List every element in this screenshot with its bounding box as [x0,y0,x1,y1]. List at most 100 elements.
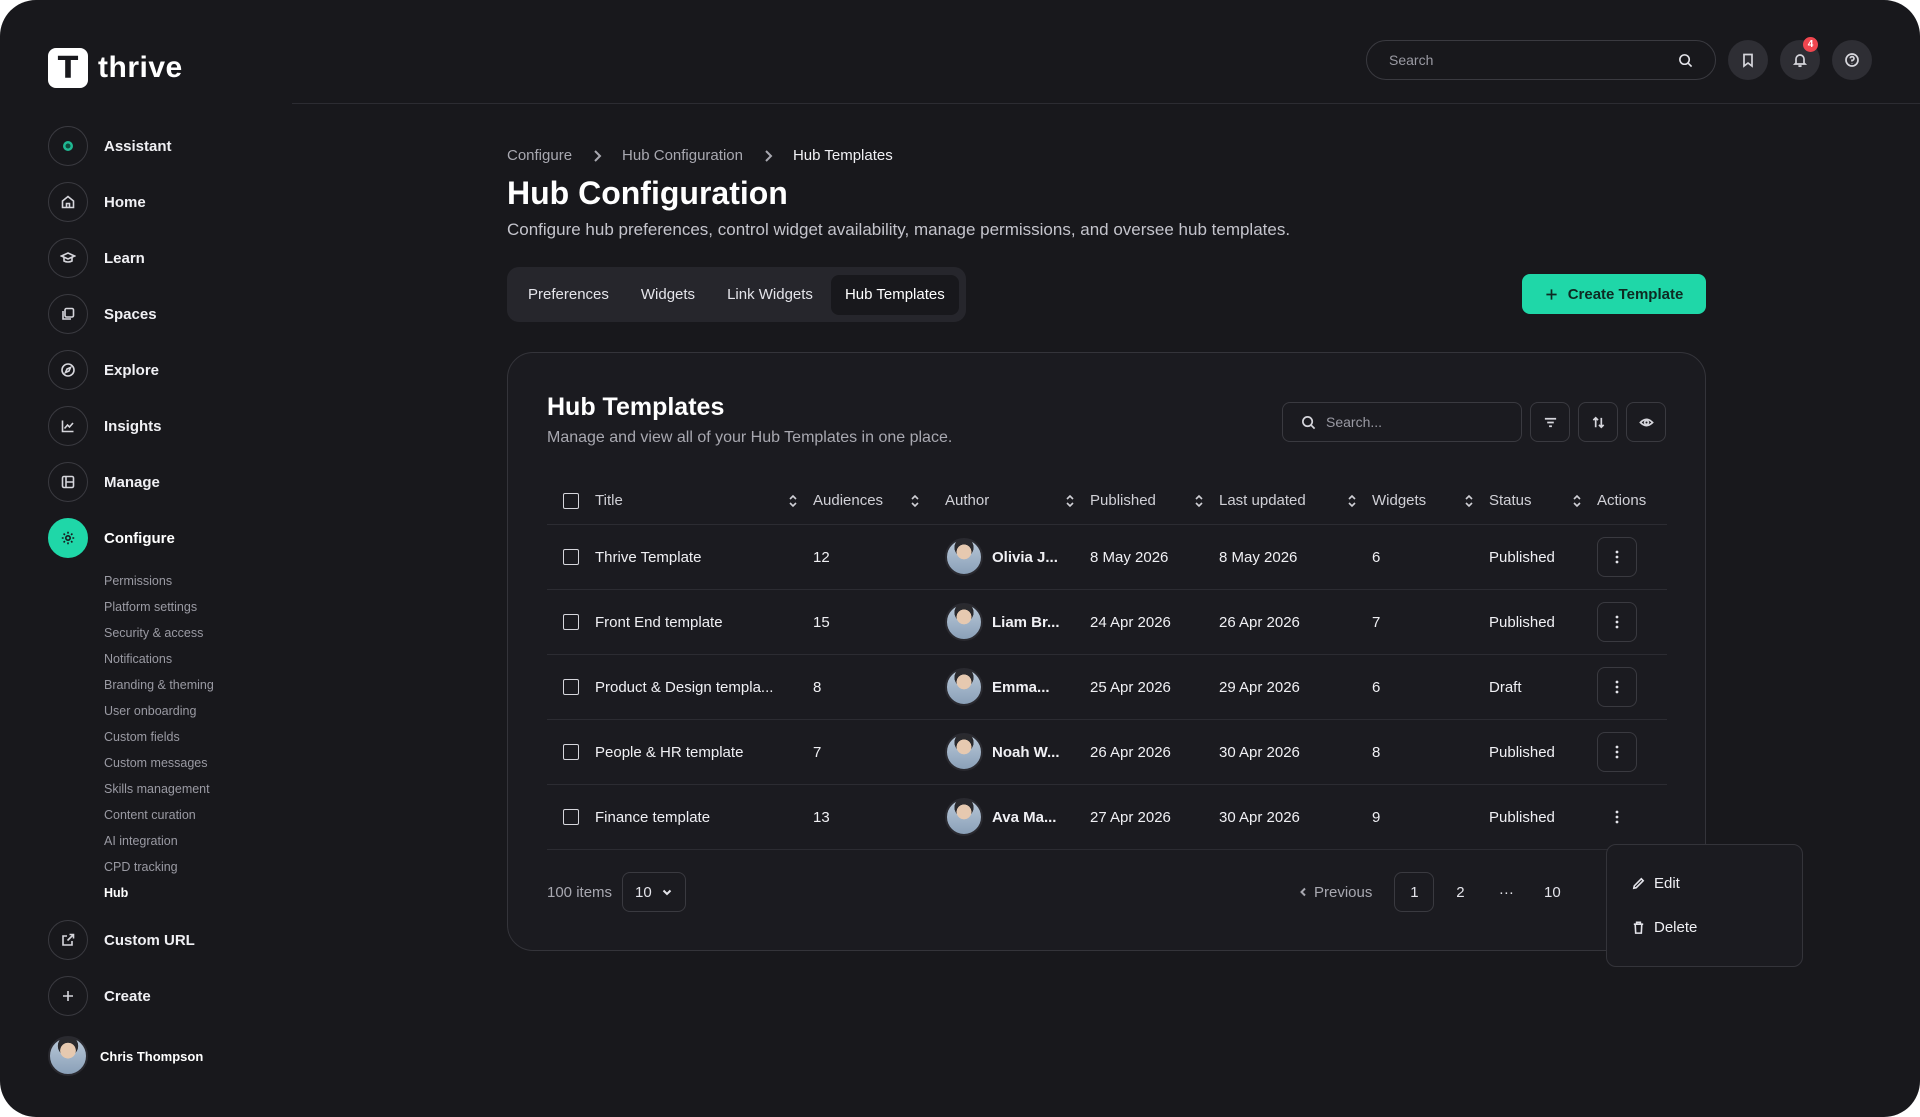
row-actions-button[interactable] [1597,732,1637,772]
sidebar-item-label: Create [104,987,151,1005]
row-checkbox[interactable] [563,744,579,760]
column-label: Title [595,492,623,509]
row-actions-button[interactable] [1597,602,1637,642]
sort-icon [1573,494,1581,507]
column-header-title[interactable]: Title [595,492,813,509]
subnav-item-notifications[interactable]: Notifications [104,646,268,672]
sidebar-item-label: Home [104,193,146,211]
global-search-input[interactable]: Search [1366,40,1716,80]
previous-page-button[interactable]: Previous [1298,884,1372,901]
help-icon [1845,53,1859,67]
page-button-10[interactable]: 10 [1532,872,1572,912]
subnav-item-permissions[interactable]: Permissions [104,568,268,594]
breadcrumb-configure[interactable]: Configure [507,147,572,164]
row-last-updated: 29 Apr 2026 [1219,678,1300,696]
subnav-item-hub[interactable]: Hub [104,880,268,906]
menu-item-label: Delete [1654,918,1698,936]
sidebar-item-manage[interactable]: Manage [48,462,268,502]
select-all-checkbox[interactable] [563,492,579,509]
subnav-item-user-onboarding[interactable]: User onboarding [104,698,268,724]
pagination-summary: 100 items 10 [547,872,687,912]
row-actions-button[interactable] [1597,667,1637,707]
subnav-item-branding-theming[interactable]: Branding & theming [104,672,268,698]
sidebar-item-learn[interactable]: Learn [48,238,268,278]
chevron-right-icon [765,149,773,162]
row-checkbox[interactable] [563,549,579,565]
sidebar-item-custom-url[interactable]: Custom URL [48,920,268,960]
breadcrumb-hub-configuration[interactable]: Hub Configuration [622,147,743,164]
column-header-widgets[interactable]: Widgets [1372,492,1489,509]
page-size-select[interactable]: 10 [622,872,687,912]
notifications-button[interactable]: 4 [1780,37,1820,80]
sidebar-item-label: Explore [104,361,160,379]
more-vertical-icon [1615,810,1619,824]
subnav-item-platform-settings[interactable]: Platform settings [104,594,268,620]
sidebar-item-insights[interactable]: Insights [48,406,268,446]
subnav-item-skills-management[interactable]: Skills management [104,776,268,802]
eye-icon [1638,418,1654,426]
subnav-item-custom-messages[interactable]: Custom messages [104,750,268,776]
user-profile[interactable]: Chris Thompson [48,1036,203,1076]
row-actions-button[interactable] [1597,797,1637,837]
row-published: 27 Apr 2026 [1090,808,1171,826]
column-header-published[interactable]: Published [1090,492,1219,509]
menu-item-delete[interactable]: Delete [1631,905,1778,949]
status-badge: Draft [1489,678,1522,696]
table-row[interactable]: Thrive Template 12 Olivia J... 8 May 202… [547,525,1667,590]
menu-item-edit[interactable]: Edit [1631,861,1778,905]
plus-icon [1546,288,1557,300]
column-header-last-updated[interactable]: Last updated [1219,492,1372,509]
column-header-author[interactable]: Author [945,492,1090,509]
row-author: Emma... [945,668,1090,706]
table-row[interactable]: Front End template 15 Liam Br... 24 Apr … [547,590,1667,655]
create-template-button[interactable]: Create Template [1522,274,1706,314]
manage-icon [48,462,88,502]
help-button[interactable] [1832,40,1872,80]
page-button-2[interactable]: 2 [1440,872,1480,912]
avatar [945,538,983,576]
view-options-button[interactable] [1626,402,1666,442]
subnav-item-ai-integration[interactable]: AI integration [104,828,268,854]
more-vertical-icon [1615,615,1619,629]
row-last-updated: 8 May 2026 [1219,548,1298,566]
filter-button[interactable] [1530,402,1570,442]
tab-preferences[interactable]: Preferences [514,275,623,315]
sidebar-item-label: Learn [104,249,145,267]
page-button-1[interactable]: 1 [1394,872,1435,912]
column-label: Audiences [813,492,884,509]
status-badge: Published [1489,613,1555,631]
bookmark-button[interactable] [1728,40,1768,80]
tab-hub-templates[interactable]: Hub Templates [830,274,959,315]
sidebar-item-spaces[interactable]: Spaces [48,294,268,334]
plus-icon [48,976,88,1016]
row-checkbox[interactable] [563,614,579,630]
tab-widgets[interactable]: Widgets [627,275,709,315]
sidebar-item-home[interactable]: Home [48,182,268,222]
subnav-item-cpd-tracking[interactable]: CPD tracking [104,854,268,880]
sidebar-item-label: Custom URL [104,931,195,949]
subnav-item-content-curation[interactable]: Content curation [104,802,268,828]
sidebar-item-assistant[interactable]: Assistant [48,126,268,166]
column-header-audiences[interactable]: Audiences [813,492,945,509]
subnav-item-security-access[interactable]: Security & access [104,620,268,646]
sort-button[interactable] [1578,402,1618,442]
sidebar-item-configure[interactable]: Configure [48,518,268,558]
row-actions-button[interactable] [1597,537,1637,577]
trash-icon [1633,921,1644,934]
table-row[interactable]: People & HR template 7 Noah W... 26 Apr … [547,720,1667,785]
row-checkbox[interactable] [563,809,579,825]
tab-link-widgets[interactable]: Link Widgets [713,275,827,315]
table-row[interactable]: Product & Design templa... 8 Emma... 25 … [547,655,1667,720]
column-header-status[interactable]: Status [1489,492,1597,509]
row-title: Finance template [595,808,711,826]
subnav-item-custom-fields[interactable]: Custom fields [104,724,268,750]
row-published: 25 Apr 2026 [1090,678,1171,696]
sidebar-item-explore[interactable]: Explore [48,350,268,390]
logo[interactable]: T thrive [48,48,183,88]
author-name: Emma... [992,678,1050,696]
row-checkbox[interactable] [563,679,579,695]
table-row[interactable]: Finance template 13 Ava Ma... 27 Apr 202… [547,785,1667,850]
user-name: Chris Thompson [100,1048,204,1064]
table-search-input[interactable]: Search... [1282,402,1522,442]
sidebar-item-create[interactable]: Create [48,976,268,1016]
